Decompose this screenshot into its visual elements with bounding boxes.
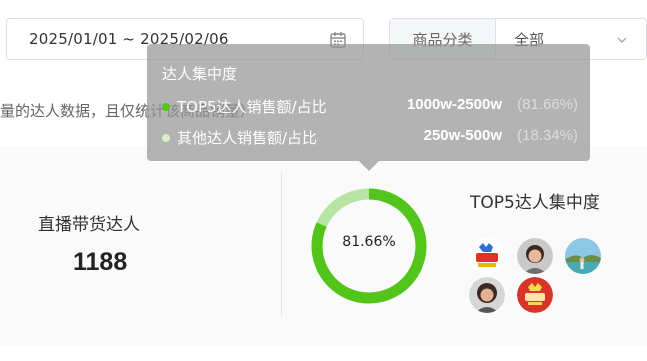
tooltip-row-label: TOP5达人销售额/占比 xyxy=(177,98,327,116)
legend-dot-icon xyxy=(162,134,170,142)
avatar[interactable] xyxy=(517,238,553,274)
avatar[interactable] xyxy=(517,277,553,313)
divider xyxy=(281,172,282,316)
donut-center-text: 81.66% xyxy=(342,234,396,250)
legend-dot-icon xyxy=(162,103,170,111)
tooltip-row-percent: (81.66%) xyxy=(517,96,578,113)
tooltip-row-top5: TOP5达人销售额/占比 1000w-2500w (81.66%) xyxy=(162,96,582,118)
tooltip-row-range: 1000w-2500w xyxy=(406,96,502,113)
tooltip-title: 达人集中度 xyxy=(162,65,238,83)
avatar[interactable] xyxy=(469,277,505,313)
live-streamer-count-label: 直播带货达人 xyxy=(38,215,140,235)
tooltip-row-percent: (18.34%) xyxy=(517,127,578,144)
top5-title: TOP5达人集中度 xyxy=(470,193,600,213)
avatar[interactable] xyxy=(565,238,601,274)
tooltip-row-others: 其他达人销售额/占比 250w-500w (18.34%) xyxy=(162,127,582,149)
avatar[interactable] xyxy=(469,238,505,274)
concentration-tooltip: 达人集中度 TOP5达人销售额/占比 1000w-2500w (81.66%) … xyxy=(147,44,590,171)
live-streamer-count-value: 1188 xyxy=(73,248,128,276)
tooltip-row-label: 其他达人销售额/占比 xyxy=(177,129,318,147)
chevron-down-icon xyxy=(617,37,627,43)
tooltip-row-range: 250w-500w xyxy=(423,127,502,144)
